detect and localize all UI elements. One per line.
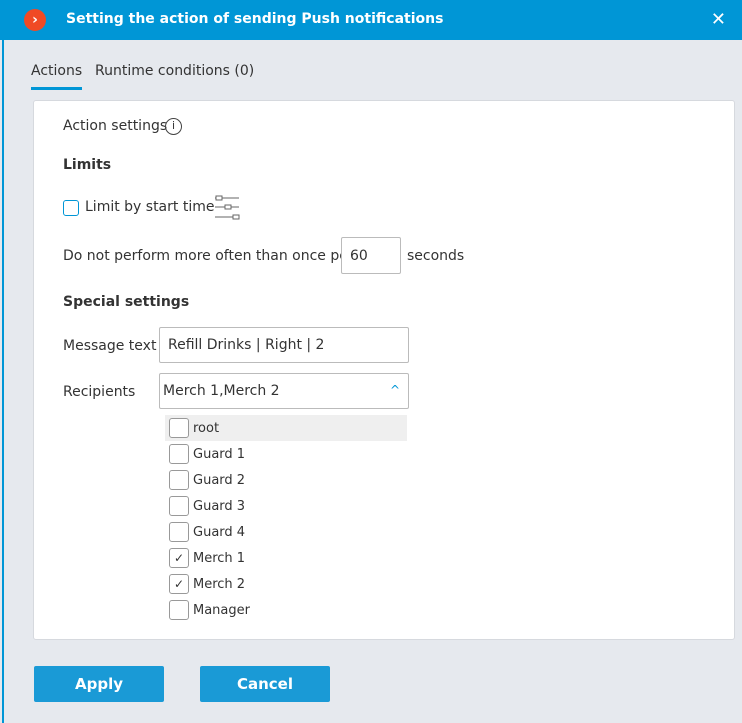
title-bar: › Setting the action of sending Push not… <box>0 0 742 40</box>
sliders-icon[interactable] <box>214 195 240 221</box>
once-per-label: Do not perform more often than once per <box>63 248 354 264</box>
tab-runtime-conditions[interactable]: Runtime conditions (0) <box>95 63 254 79</box>
once-per-input[interactable]: 60 <box>341 237 401 274</box>
recipient-label: Manager <box>193 602 250 618</box>
message-text-label: Message text <box>63 338 157 354</box>
chevron-up-icon[interactable]: ^ <box>390 383 400 397</box>
limit-start-time-checkbox[interactable] <box>63 200 79 216</box>
app-logo-icon: › <box>24 9 46 31</box>
limit-start-time-label: Limit by start time <box>85 199 215 215</box>
recipient-checkbox[interactable] <box>169 600 189 620</box>
recipient-item[interactable]: root <box>165 415 407 441</box>
recipient-item[interactable]: Manager <box>165 597 407 623</box>
tab-actions[interactable]: Actions <box>31 63 83 90</box>
recipient-checkbox[interactable] <box>169 522 189 542</box>
recipients-label: Recipients <box>63 384 136 400</box>
recipient-checkbox[interactable]: ✓ <box>169 574 189 594</box>
action-settings-label: Action settings <box>63 118 168 134</box>
special-settings-heading: Special settings <box>63 294 190 310</box>
recipient-checkbox[interactable]: ✓ <box>169 548 189 568</box>
recipient-checkbox[interactable] <box>169 444 189 464</box>
recipient-checkbox[interactable] <box>169 496 189 516</box>
close-icon[interactable]: ✕ <box>711 9 726 30</box>
recipient-item[interactable]: ✓ Merch 2 <box>165 571 407 597</box>
recipients-value: Merch 1,Merch 2 <box>163 383 280 399</box>
settings-panel: Action settings i Limits Limit by start … <box>33 100 735 640</box>
info-icon[interactable]: i <box>165 118 182 135</box>
recipient-item[interactable]: Guard 4 <box>165 519 407 545</box>
recipient-checkbox[interactable] <box>169 418 189 438</box>
seconds-label: seconds <box>407 248 465 264</box>
recipient-item[interactable]: Guard 1 <box>165 441 407 467</box>
recipient-label: Guard 4 <box>193 524 246 540</box>
limits-heading: Limits <box>63 157 112 173</box>
recipient-item[interactable]: Guard 2 <box>165 467 407 493</box>
message-text-input[interactable]: Refill Drinks | Right | 2 <box>159 327 409 363</box>
recipient-checkbox[interactable] <box>169 470 189 490</box>
cancel-button[interactable]: Cancel <box>200 666 330 702</box>
recipient-label: Merch 2 <box>193 576 246 592</box>
recipient-label: Guard 3 <box>193 498 246 514</box>
recipient-item[interactable]: ✓ Merch 1 <box>165 545 407 571</box>
apply-button[interactable]: Apply <box>34 666 164 702</box>
dialog-title: Setting the action of sending Push notif… <box>66 11 444 27</box>
window-border <box>2 40 4 723</box>
recipient-label: Guard 2 <box>193 472 246 488</box>
recipient-label: Merch 1 <box>193 550 246 566</box>
recipient-label: Guard 1 <box>193 446 246 462</box>
recipient-label: root <box>193 420 220 436</box>
recipients-dropdown[interactable]: Merch 1,Merch 2 ^ <box>159 373 409 409</box>
recipient-item[interactable]: Guard 3 <box>165 493 407 519</box>
